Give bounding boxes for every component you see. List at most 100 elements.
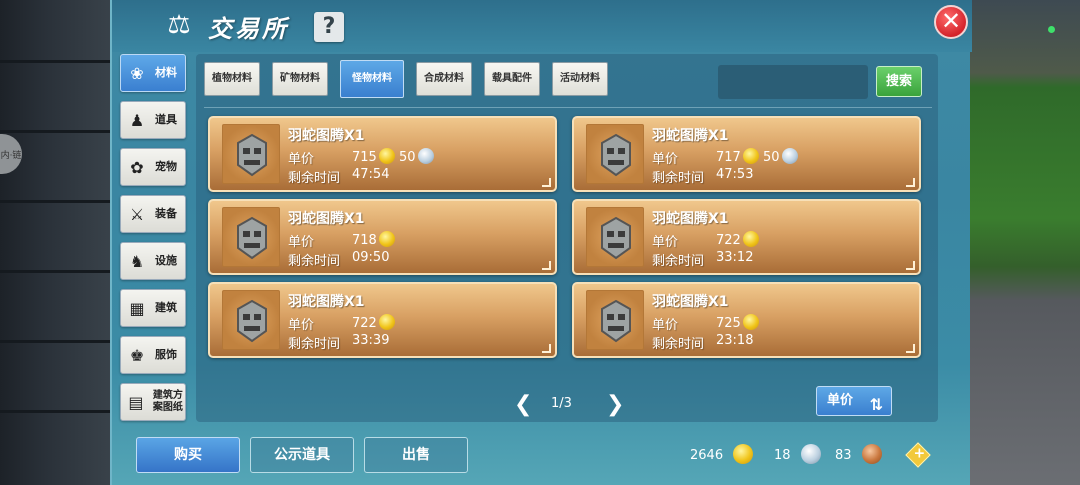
listing-price: 715 50 [352,148,434,165]
silver-value: 50 [398,150,416,165]
silver-coin-icon [800,444,821,464]
listing-card[interactable]: 羽蛇图腾X1 单价 剩余时间 722 33:12 [572,199,921,275]
listing-name: 羽蛇图腾X1 [288,211,365,227]
totem-item-icon [222,207,280,267]
listing-time-left: 47:53 [716,167,754,182]
blueprint-icon: ▤ [128,392,144,412]
tab-event-materials[interactable]: 活动材料 [552,62,608,96]
sidebar-item-label: 材料 [155,66,177,79]
tab-vehicle-parts[interactable]: 载具配件 [484,62,540,96]
listing-card[interactable]: 羽蛇图腾X1 单价 剩余时间 717 50 47:53 [572,116,921,192]
sidebar-item-items[interactable]: ♟ 道具 [120,101,186,139]
silver-balance: 18 [774,444,821,464]
gold-coin-icon [378,148,395,164]
corner-mark-icon [542,344,551,353]
listing-name: 羽蛇图腾X1 [652,128,729,144]
copper-balance: 83 [835,444,882,464]
gold-coin-icon [378,231,395,247]
sort-arrow-icon: ⇅ [869,395,883,414]
pet-paw-icon: ✿ [130,157,144,177]
copper-coin-icon [861,444,882,464]
items-icon: ♟ [129,110,145,130]
tab-plant-materials[interactable]: 植物材料 [204,62,260,96]
price-label: 单价 [652,235,679,250]
next-page-button[interactable]: ❯ [606,392,624,417]
sidebar-item-clothing[interactable]: ♚ 服饰 [120,336,186,374]
sidebar-item-label: 建筑方案图纸 [152,390,183,413]
listing-price: 722 [716,231,759,248]
price-label: 单价 [652,152,679,167]
corner-mark-icon [542,178,551,187]
sidebar-item-pets[interactable]: ✿ 宠物 [120,148,186,186]
listing-card[interactable]: 羽蛇图腾X1 单价 剩余时间 718 09:50 [208,199,557,275]
background-right-scenery [965,0,1080,485]
tab-mineral-materials[interactable]: 矿物材料 [272,62,328,96]
gold-coin-icon [742,148,759,164]
building-icon: ▦ [129,298,145,318]
totem-item-icon [222,124,280,184]
listing-price: 722 [352,314,395,331]
listing-time-left: 47:54 [352,167,390,182]
close-button[interactable]: ✕ [934,5,968,39]
listing-name: 羽蛇图腾X1 [652,294,729,310]
prev-page-button[interactable]: ❮ [514,392,532,417]
listing-card[interactable]: 羽蛇图腾X1 单价 剩余时间 725 23:18 [572,282,921,358]
price-value: 722 [352,316,377,331]
corner-mark-icon [906,344,915,353]
price-label: 单价 [288,318,315,333]
totem-item-icon [586,207,644,267]
public-items-button[interactable]: 公示道具 [250,437,354,473]
listing-price: 718 [352,231,395,248]
totem-item-icon [586,124,644,184]
time-left-label: 剩余时间 [288,254,341,269]
listing-area: 植物材料 矿物材料 怪物材料 合成材料 载具配件 活动材料 搜索 羽蛇图腾X1 … [196,54,938,422]
gold-amount: 2646 [690,448,724,463]
equipment-icon: ⚔ [129,204,145,224]
background-left-wall [0,0,115,485]
sort-by-price-button[interactable]: 单价 ⇅ [816,386,892,416]
sidebar-item-materials[interactable]: ❀ 材料 [120,54,186,92]
sidebar-item-equipment[interactable]: ⚔ 装备 [120,195,186,233]
price-value: 715 [352,150,377,165]
listing-time-left: 33:12 [716,250,754,265]
add-currency-button[interactable]: + [905,442,931,468]
search-button[interactable]: 搜索 [876,66,922,97]
sidebar-item-label: 服饰 [155,348,177,361]
sidebar-item-label: 装备 [155,207,177,220]
listing-price: 717 50 [716,148,798,165]
listing-name: 羽蛇图腾X1 [288,128,365,144]
time-left-label: 剩余时间 [652,254,705,269]
sidebar-item-facilities[interactable]: ♞ 设施 [120,242,186,280]
search-input[interactable] [718,65,868,99]
listing-card[interactable]: 羽蛇图腾X1 单价 剩余时间 722 33:39 [208,282,557,358]
materials-icon: ❀ [130,63,144,83]
sidebar-item-blueprints[interactable]: ▤ 建筑方案图纸 [120,383,186,421]
listing-name: 羽蛇图腾X1 [652,211,729,227]
sort-button-label: 单价 [827,393,854,408]
page-indicator: 1/3 [551,396,572,411]
silver-coin-icon [417,148,434,164]
buy-button[interactable]: 购买 [136,437,240,473]
side-bubble-label: 内·链 [0,150,22,161]
time-left-label: 剩余时间 [288,171,341,186]
tab-synthetic-materials[interactable]: 合成材料 [416,62,472,96]
sidebar-item-buildings[interactable]: ▦ 建筑 [120,289,186,327]
time-left-label: 剩余时间 [652,171,705,186]
copper-amount: 83 [835,448,852,463]
divider [204,107,932,108]
tab-monster-materials[interactable]: 怪物材料 [340,60,404,98]
sidebar-item-label: 设施 [155,254,177,267]
listing-time-left: 09:50 [352,250,390,265]
price-label: 单价 [652,318,679,333]
facility-icon: ♞ [129,251,145,271]
price-label: 单价 [288,152,315,167]
sell-button[interactable]: 出售 [364,437,468,473]
time-left-label: 剩余时间 [652,337,705,352]
listing-card[interactable]: 羽蛇图腾X1 单价 剩余时间 715 50 47:54 [208,116,557,192]
exchange-panel: ⚖ 交易所 ? ✕ ❀ 材料 ♟ 道具 ✿ 宠物 ⚔ 装备 ♞ 设施 ▦ 建筑 [110,0,972,485]
help-button[interactable]: ? [314,12,344,42]
category-tabs: 植物材料 矿物材料 怪物材料 合成材料 载具配件 活动材料 [204,60,620,98]
silver-value: 50 [762,150,780,165]
corner-mark-icon [542,261,551,270]
sidebar-item-label: 宠物 [155,160,177,173]
